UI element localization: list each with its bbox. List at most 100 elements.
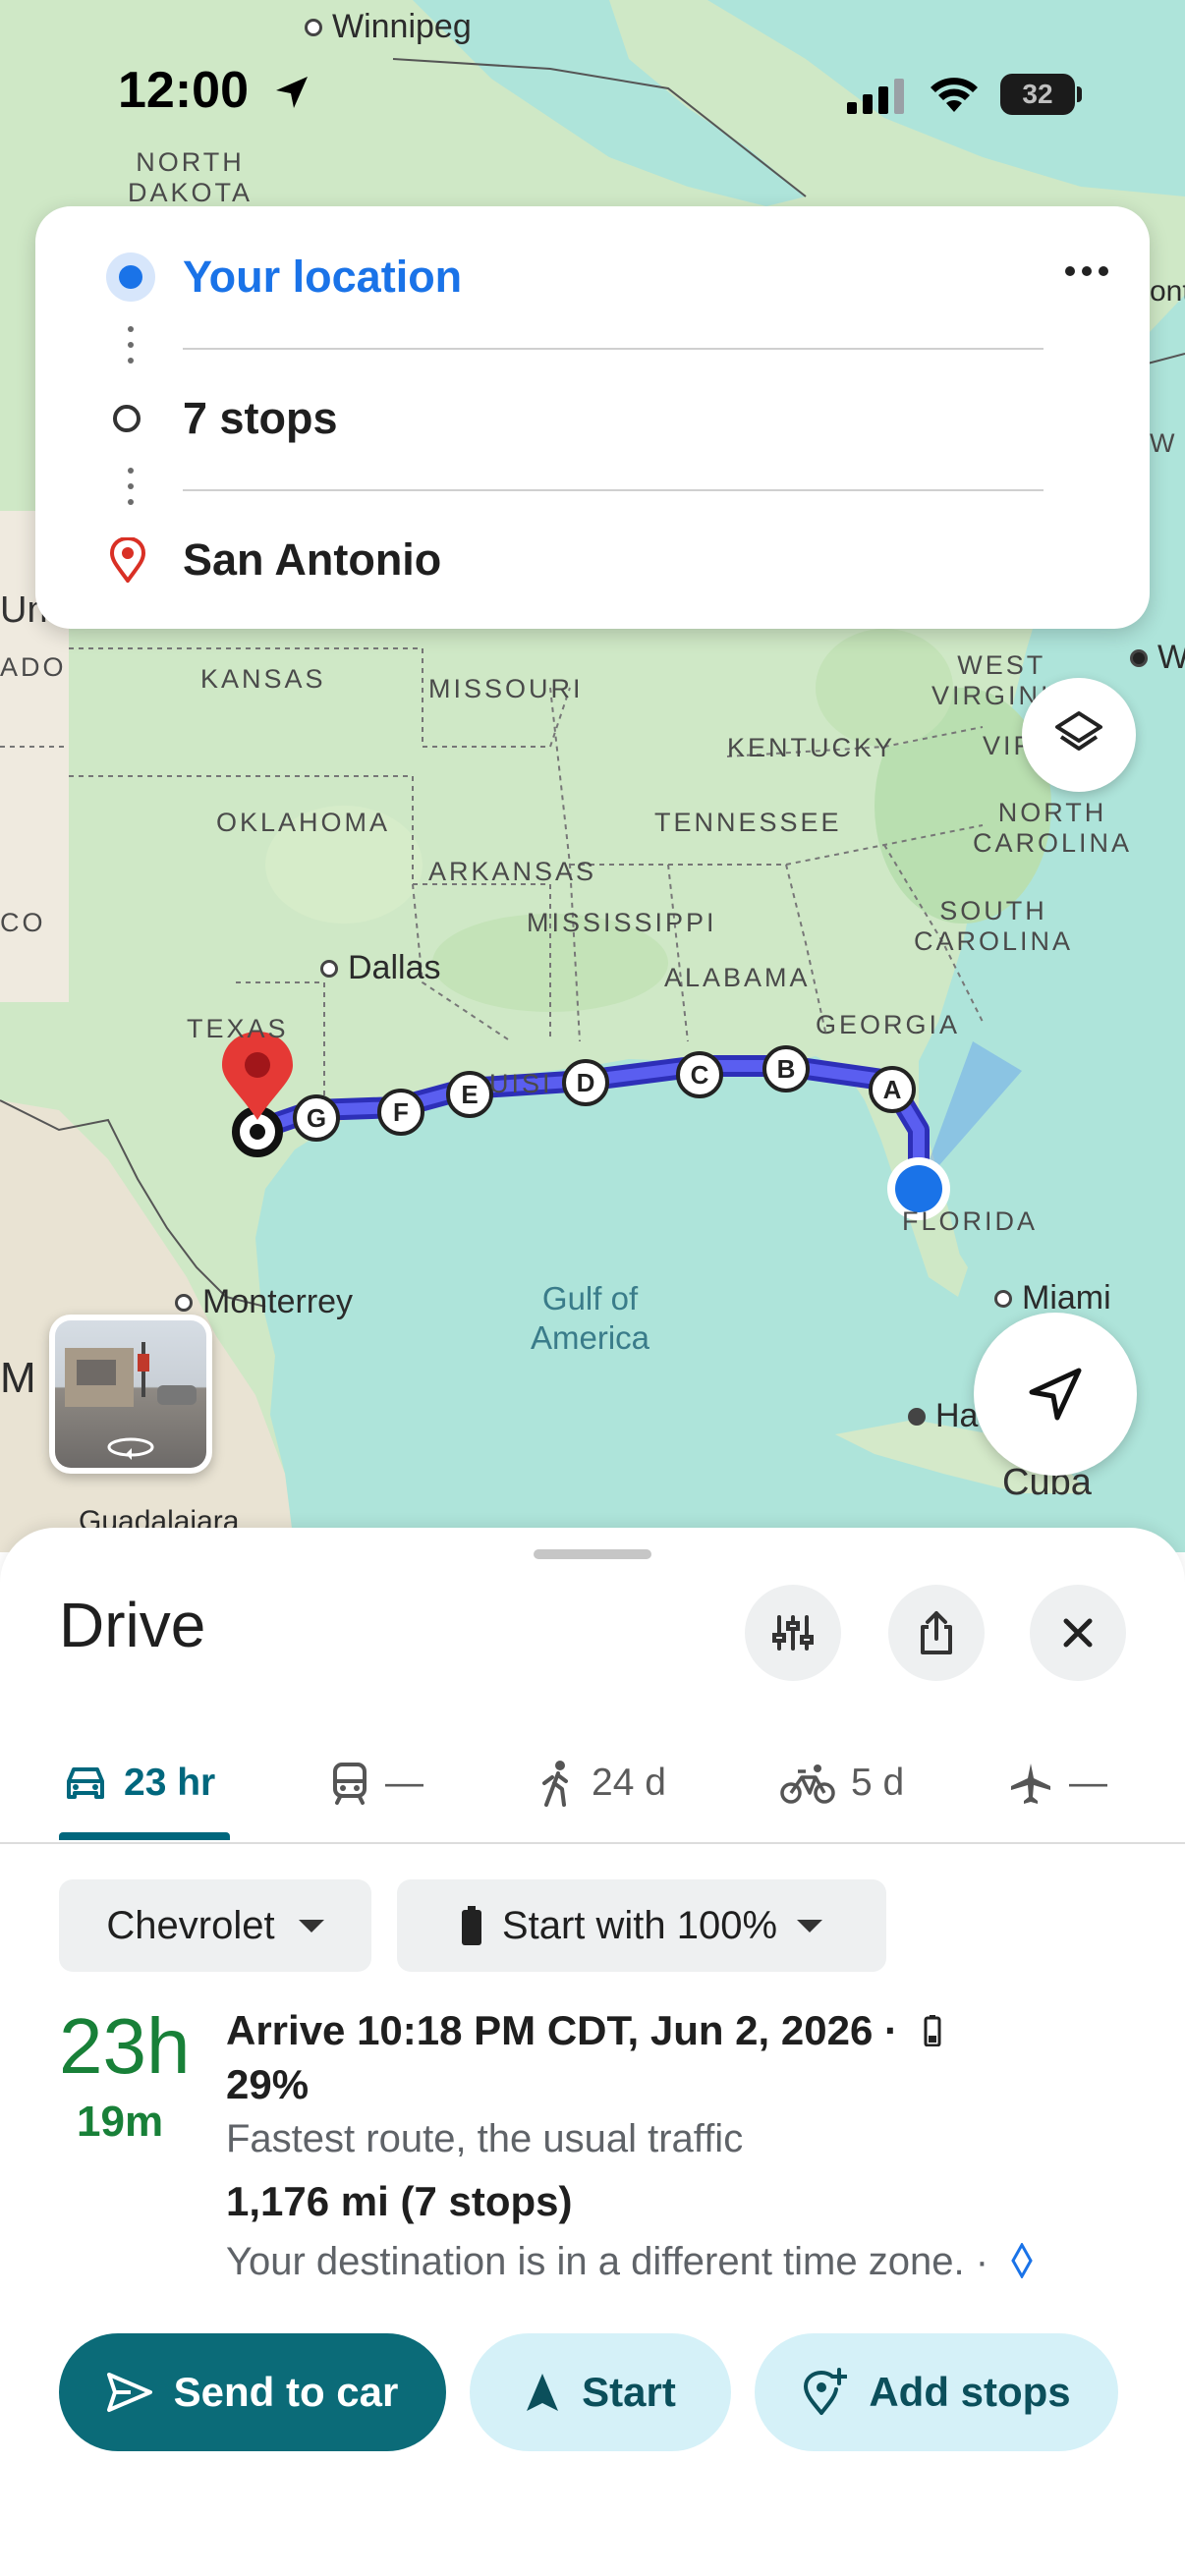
stop-circle-icon [113, 405, 141, 432]
close-button[interactable] [1030, 1585, 1126, 1681]
destination-label: San Antonio [183, 534, 442, 585]
map-label-missouri: MISSOURI [428, 674, 584, 703]
map-label-kansas: KANSAS [200, 664, 326, 694]
tab-transit-label: — [385, 1762, 423, 1804]
map-label-co: CO [0, 908, 46, 937]
stop-marker-e[interactable]: E [446, 1071, 493, 1118]
battery-tip [1077, 86, 1082, 102]
battery-chip-label: Start with 100% [501, 1903, 778, 1947]
start-button[interactable]: Start [470, 2333, 731, 2451]
rotate-360-icon [107, 1437, 154, 1460]
stop-marker-label: G [306, 1102, 327, 1133]
stop-marker-label: E [461, 1079, 479, 1109]
navigation-start-icon [527, 2374, 559, 2411]
divider [183, 489, 1044, 491]
layers-button[interactable] [1022, 678, 1136, 792]
diamond-icon [1011, 2241, 1033, 2280]
connector-dots [128, 326, 134, 373]
tab-flight[interactable]: — [1008, 1724, 1107, 1842]
tab-drive-label: 23 hr [124, 1762, 216, 1804]
map-label-kentucky: KENTUCKY [727, 733, 896, 762]
origin-row[interactable]: Your location [35, 228, 1150, 326]
tab-flight-label: — [1069, 1762, 1107, 1804]
layers-icon [1055, 711, 1102, 751]
origin-dot-icon [106, 252, 155, 302]
route-distance: 1,176 mi (7 stops) [226, 2178, 573, 2224]
tab-walk[interactable]: 24 d [536, 1724, 666, 1842]
more-horizontal-icon [1065, 266, 1108, 276]
map-label-havana: Ha [908, 1397, 978, 1435]
destination-marker[interactable] [218, 1030, 297, 1157]
status-bar: 12:00 32 [0, 0, 1185, 147]
vehicle-chip[interactable]: Chevrolet [59, 1879, 371, 1972]
share-icon [921, 1611, 952, 1654]
wifi-icon [931, 78, 978, 112]
status-time: 12:00 [118, 62, 249, 119]
map-label-arkansas: ARKANSAS [428, 857, 597, 886]
map-pin-icon [222, 1032, 293, 1157]
stops-label: 7 stops [183, 393, 338, 443]
stop-marker-d[interactable]: D [562, 1059, 609, 1106]
travel-mode-tabs: 23 hr — 24 d 5 d — [0, 1724, 1185, 1844]
drag-handle[interactable] [534, 1549, 651, 1559]
share-button[interactable] [888, 1585, 985, 1681]
battery-full-icon [461, 1906, 481, 1945]
stop-marker-g[interactable]: G [293, 1094, 340, 1142]
map-label-tennessee: TENNESSEE [654, 808, 842, 837]
map-label-oklahoma: OKLAHOMA [216, 808, 391, 837]
add-stops-button[interactable]: Add stops [755, 2333, 1118, 2451]
connector-dots [128, 468, 134, 515]
timezone-note-text: Your destination is in a different time … [226, 2240, 989, 2283]
walk-icon [542, 1761, 568, 1807]
send-to-car-label: Send to car [173, 2369, 399, 2415]
add-location-icon [804, 2368, 848, 2415]
map-label-edge-w: W [1130, 639, 1185, 677]
route-description: Fastest route, the usual traffic [226, 2117, 744, 2160]
timezone-note: Your destination is in a different time … [226, 2240, 1033, 2284]
map-label-north-carolina: NORTH CAROLINA [973, 798, 1133, 859]
chevron-down-icon [797, 1919, 823, 1932]
map-label-gulf: Gulf of America [531, 1280, 650, 1356]
start-label: Start [582, 2369, 676, 2415]
destination-row[interactable]: San Antonio [35, 511, 1150, 609]
eta-minutes: 19m [77, 2098, 164, 2146]
stops-row[interactable]: 7 stops [35, 369, 1150, 468]
map-label-mexico: M [0, 1354, 36, 1402]
tab-bike[interactable]: 5 d [780, 1724, 904, 1842]
map-label-edge-ont: ont [1150, 275, 1185, 308]
navigation-arrow-icon [1029, 1368, 1082, 1421]
stop-marker-c[interactable]: C [676, 1051, 723, 1098]
stop-marker-a[interactable]: A [869, 1066, 916, 1113]
send-to-car-button[interactable]: Send to car [59, 2333, 446, 2451]
battery-low-icon [924, 2015, 941, 2047]
directions-sheet: Drive 23 hr — 24 d 5 d — Chevrolet Start… [0, 1528, 1185, 2576]
stop-marker-label: C [690, 1059, 709, 1090]
stop-marker-label: B [776, 1053, 796, 1084]
battery-chip[interactable]: Start with 100% [397, 1879, 886, 1972]
flight-icon [1011, 1764, 1050, 1804]
cellular-signal-icon [847, 79, 904, 114]
map-label-north-dakota: NORTH DAKOTA [128, 147, 254, 208]
map-label-louisiana: UISI [489, 1069, 553, 1098]
bike-icon [780, 1764, 835, 1804]
stop-marker-label: D [576, 1067, 595, 1097]
tab-transit[interactable]: — [330, 1724, 423, 1842]
tab-drive[interactable]: 23 hr [63, 1724, 215, 1842]
stop-marker-f[interactable]: F [377, 1089, 424, 1136]
map-label-texas: TEXAS [187, 1014, 289, 1043]
recenter-button[interactable] [974, 1313, 1137, 1476]
tab-bike-label: 5 d [851, 1762, 905, 1804]
arrival-battery-percent: 29% [226, 2061, 310, 2107]
stop-marker-b[interactable]: B [762, 1045, 810, 1092]
sheet-title: Drive [59, 1590, 206, 1660]
route-card: Your location 7 stops San Antonio [35, 206, 1150, 629]
street-view-thumbnail[interactable] [49, 1315, 212, 1474]
battery-indicator: 32 [1000, 74, 1075, 115]
more-options-button[interactable] [1047, 242, 1126, 301]
arrival-time: Arrive 10:18 PM CDT, Jun 2, 2026 · [226, 2007, 941, 2054]
map-label-florida: FLORIDA [902, 1206, 1039, 1236]
route-options-button[interactable] [745, 1585, 841, 1681]
chevron-down-icon [298, 1919, 324, 1932]
map-label-mississippi: MISSISSIPPI [527, 908, 717, 937]
close-icon [1063, 1618, 1093, 1648]
